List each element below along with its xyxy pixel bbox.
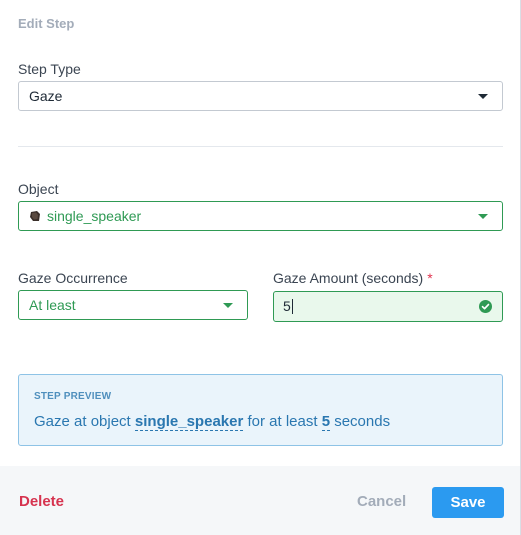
step-preview-title: STEP PREVIEW (34, 391, 112, 402)
step-preview-panel: STEP PREVIEW Gaze at object single_speak… (18, 374, 503, 446)
save-button[interactable]: Save (432, 487, 504, 518)
preview-text-3: seconds (330, 413, 391, 430)
preview-amount: 5 (321, 413, 331, 431)
step-type-label: Step Type (18, 61, 81, 77)
delete-button[interactable]: Delete (19, 493, 64, 510)
step-type-select[interactable]: Gaze (18, 81, 503, 111)
dialog-title: Edit Step (18, 16, 75, 31)
text-cursor (291, 298, 293, 314)
gaze-amount-label-text: Gaze Amount (seconds) (273, 270, 424, 286)
chevron-down-icon (223, 303, 233, 308)
required-marker: * (427, 270, 433, 286)
check-circle-icon (479, 300, 492, 313)
object-select[interactable]: single_speaker (18, 201, 503, 231)
dialog-footer: Delete Cancel Save (0, 466, 520, 535)
gaze-occurrence-value: At least (29, 297, 76, 313)
chevron-down-icon (478, 214, 488, 219)
gaze-occurrence-select[interactable]: At least (18, 290, 248, 320)
object-label: Object (18, 181, 59, 197)
gaze-amount-input[interactable]: 5 (273, 291, 503, 322)
speaker-object-icon (30, 210, 40, 221)
object-value: single_speaker (47, 208, 142, 224)
cancel-button[interactable]: Cancel (357, 493, 406, 510)
step-preview-text: Gaze at object single_speaker for at lea… (34, 413, 391, 431)
edit-step-dialog: Edit Step Step Type Gaze Object single_s… (0, 0, 521, 535)
preview-text-1: Gaze at object (34, 413, 135, 430)
gaze-amount-value: 5 (283, 298, 291, 314)
preview-object: single_speaker (134, 413, 244, 431)
gaze-amount-label: Gaze Amount (seconds) * (273, 270, 433, 286)
divider (18, 146, 503, 147)
gaze-occurrence-label: Gaze Occurrence (18, 270, 128, 286)
chevron-down-icon (478, 94, 488, 99)
preview-text-2: for at least (243, 413, 322, 430)
step-type-value: Gaze (29, 88, 63, 104)
